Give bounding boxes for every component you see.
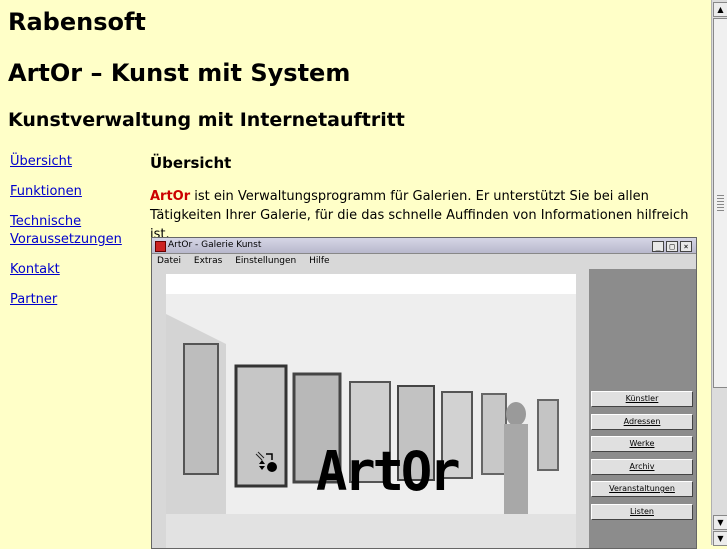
maximize-icon: □ bbox=[666, 241, 678, 252]
gallery-photo bbox=[166, 274, 576, 548]
app-menu-hilfe: Hilfe bbox=[309, 256, 330, 266]
arrow-up-icon[interactable]: ▲ bbox=[713, 2, 727, 17]
veranstaltungen-button: Veranstaltungen bbox=[591, 481, 693, 497]
page-scrollbar[interactable]: ▲ ▼ ▼ bbox=[711, 0, 727, 546]
app-icon bbox=[155, 241, 166, 252]
intro-text: ist ein Verwaltungsprogramm für Galerien… bbox=[150, 189, 689, 242]
intro-brand: ArtOr bbox=[150, 189, 191, 204]
app-menu-datei: Datei bbox=[157, 256, 182, 266]
scrollbar-grip-icon bbox=[717, 195, 724, 211]
arrow-down-icon[interactable]: ▼ bbox=[713, 515, 727, 530]
nav-link-technische-voraussetzungen[interactable]: Technische Voraussetzungen bbox=[10, 213, 135, 249]
archiv-button: Archiv bbox=[591, 459, 693, 475]
content-heading: Übersicht bbox=[150, 154, 232, 172]
artor-logo-text: ArtOr bbox=[316, 440, 461, 504]
page-subtitle: Kunstverwaltung mit Internetauftritt bbox=[8, 109, 405, 131]
app-side-panel: Künstler Adressen Werke Archiv Veranstal… bbox=[589, 269, 696, 548]
adressen-button: Adressen bbox=[591, 414, 693, 430]
artor-logo-icon bbox=[255, 451, 277, 472]
intro-paragraph: ArtOr ist ein Verwaltungsprogramm für Ga… bbox=[150, 187, 695, 244]
app-screenshot-window: ArtOr - Galerie Kunst _ □ × Datei Extras E… bbox=[151, 237, 697, 549]
listen-button: Listen bbox=[591, 504, 693, 520]
close-icon: × bbox=[680, 241, 692, 252]
minimize-icon: _ bbox=[652, 241, 664, 252]
app-titlebar: ArtOr - Galerie Kunst _ □ × bbox=[152, 238, 696, 254]
arrow-down-lower-icon[interactable]: ▼ bbox=[713, 531, 727, 546]
nav-link-kontakt[interactable]: Kontakt bbox=[10, 261, 60, 279]
app-menu-einstellungen: Einstellungen bbox=[235, 256, 297, 266]
app-title: ArtOr - Galerie Kunst bbox=[168, 240, 262, 250]
app-menu-extras: Extras bbox=[193, 256, 223, 266]
nav-link-funktionen[interactable]: Funktionen bbox=[10, 183, 82, 201]
scrollbar-thumb[interactable] bbox=[713, 18, 727, 388]
site-brand: Rabensoft bbox=[8, 8, 146, 36]
gallery-photo-area: ArtOr bbox=[166, 274, 576, 548]
page-title: ArtOr – Kunst mit System bbox=[8, 59, 351, 87]
app-menubar: Datei Extras Einstellungen Hilfe bbox=[152, 254, 696, 269]
window-controls: _ □ × bbox=[650, 240, 692, 255]
nav-link-uebersicht[interactable]: Übersicht bbox=[10, 153, 72, 171]
nav-link-partner[interactable]: Partner bbox=[10, 291, 57, 309]
kuenstler-button: Künstler bbox=[591, 391, 693, 407]
werke-button: Werke bbox=[591, 436, 693, 452]
